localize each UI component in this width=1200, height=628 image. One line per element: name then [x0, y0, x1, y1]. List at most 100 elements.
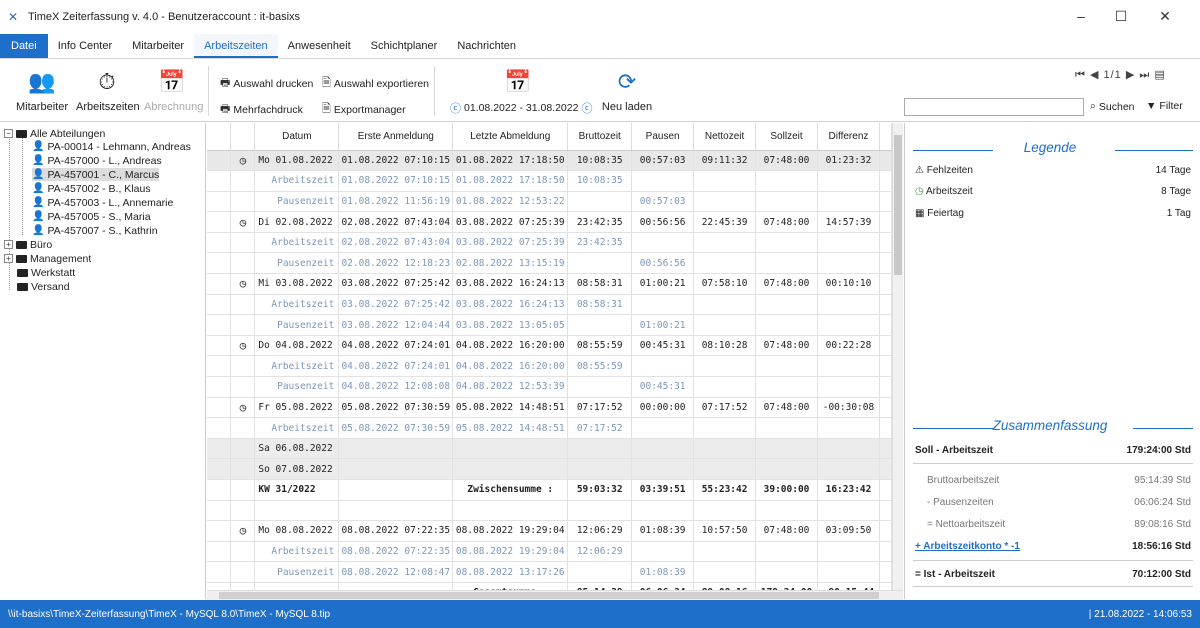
table-cell: 01:08:39: [631, 520, 695, 542]
prev-page-icon[interactable]: ◀: [1090, 69, 1099, 81]
table-row[interactable]: Pausenzeit 08.08.2022 12:08:47 08.08.2022 …: [207, 561, 892, 583]
next-page-icon[interactable]: ▶: [1126, 69, 1135, 81]
warning-icon: ⚠: [915, 165, 924, 176]
table-row[interactable]: ◷ Mo 01.08.2022 01.08.2022 07:10:15 01.08.2…: [207, 150, 892, 172]
table-cell: 01:00:21: [631, 273, 695, 295]
col-datum[interactable]: Datum: [254, 123, 340, 151]
summary-soll: Soll - Arbeitszeit 179:24:00 Std: [915, 445, 1191, 456]
tree-employee[interactable]: 👤 PA-457000 - L., Andreas: [32, 154, 162, 167]
table-row[interactable]: KW 31/2022 Zwischensumme :59:03:32 03:39:5…: [207, 479, 892, 501]
tree-node-management[interactable]: + Management: [4, 252, 91, 265]
table-cell: 07:48:00: [755, 150, 818, 172]
tree-node-werkstatt[interactable]: Werkstatt: [17, 266, 75, 279]
tree-employee[interactable]: 👤 PA-457005 - S., Maria: [32, 210, 151, 223]
table-row[interactable]: [207, 500, 892, 522]
vertical-scrollbar[interactable]: [892, 123, 903, 590]
calendar-button[interactable]: 📅: [496, 68, 540, 96]
tree-node-versand[interactable]: Versand: [17, 280, 70, 293]
col-bruttozeit[interactable]: Bruttozeit: [567, 123, 633, 151]
export-icon: 🗎: [322, 77, 331, 89]
table-row[interactable]: ◷ Mo 08.08.2022 08.08.2022 07:22:35 08.08.2…: [207, 520, 892, 542]
col-nettozeit[interactable]: Nettozeit: [693, 123, 757, 151]
chevron-left-icon[interactable]: ⓒ: [450, 100, 461, 116]
tree-employee-selected[interactable]: 👤 PA-457001 - C., Marcus: [32, 168, 160, 181]
table-row[interactable]: Arbeitszeit 05.08.2022 07:30:59 05.08.2022…: [207, 417, 892, 439]
menu-mitarbeiter[interactable]: Mitarbeiter: [122, 34, 194, 58]
tree-employee[interactable]: 👤 PA-00014 - Lehmann, Andreas: [32, 140, 191, 153]
horizontal-scrollbar[interactable]: [207, 590, 903, 600]
minimize-button[interactable]: –: [1066, 8, 1096, 24]
menu-datei[interactable]: Datei: [0, 34, 48, 58]
table-row[interactable]: ◷ Do 04.08.2022 04.08.2022 07:24:01 04.08.2…: [207, 335, 892, 357]
col-pausen[interactable]: Pausen: [631, 123, 695, 151]
col-differenz[interactable]: Differenz: [817, 123, 880, 151]
menu-info-center[interactable]: Info Center: [48, 34, 122, 58]
last-page-icon[interactable]: ⏭: [1139, 69, 1150, 81]
arbeitszeitkonto-link[interactable]: + Arbeitszeitkonto * -1: [915, 541, 1020, 552]
table-row[interactable]: Pausenzeit 02.08.2022 12:18:23 02.08.2022 …: [207, 252, 892, 275]
auswahl-drucken-button[interactable]: 🖶 Auswahl drucken: [220, 74, 313, 93]
table-cell: 03:09:50: [817, 520, 880, 542]
table-row[interactable]: Arbeitszeit 04.08.2022 07:24:01 04.08.2022…: [207, 355, 892, 378]
table-row[interactable]: Arbeitszeit 03.08.2022 07:25:42 03.08.2022…: [207, 294, 892, 316]
department-tree: − Alle Abteilungen 👤 PA-00014 - Lehmann, …: [0, 123, 206, 599]
table-row[interactable]: Pausenzeit 03.08.2022 12:04:44 03.08.2022 …: [207, 314, 892, 336]
menu-anwesenheit[interactable]: Anwesenheit: [278, 34, 361, 58]
menu-arbeitszeiten[interactable]: Arbeitszeiten: [194, 34, 278, 58]
table-row[interactable]: ◷ Mi 03.08.2022 03.08.2022 07:25:42 03.08.2…: [207, 273, 892, 295]
table-row[interactable]: ◷ Fr 05.08.2022 05.08.2022 07:30:59 05.08.2…: [207, 397, 892, 419]
info-panel: Legende ⚠ Fehlzeiten 14 Tage ◷ Arbeitsze…: [904, 123, 1200, 599]
tree-employee[interactable]: 👤 PA-457003 - L., Annemarie: [32, 196, 173, 209]
table-row[interactable]: Arbeitszeit 02.08.2022 07:43:04 03.08.2022…: [207, 232, 892, 254]
pager: ⏮ ◀ 1/1 ▶ ⏭ ▤: [1075, 68, 1166, 82]
table-cell: 08.08.2022 19:29:04: [452, 520, 569, 542]
tree-employee[interactable]: 👤 PA-457007 - S., Kathrin: [32, 224, 158, 237]
table-cell: 02.08.2022 13:15:19: [452, 252, 569, 275]
col-erste-anmeldung[interactable]: Erste Anmeldung: [338, 123, 454, 151]
auswahl-exportieren-button[interactable]: 🗎 Auswahl exportieren: [322, 74, 429, 93]
neu-laden-button[interactable]: ⟳ Neu laden: [600, 68, 654, 113]
menu-schichtplaner[interactable]: Schichtplaner: [361, 34, 448, 58]
exportmanager-button[interactable]: 🗎 Exportmanager: [322, 100, 406, 119]
date-range-selector[interactable]: ⓒ 01.08.2022 - 31.08.2022 ⓒ: [450, 100, 592, 116]
table-cell: [755, 500, 818, 522]
col-letzte-abmeldung[interactable]: Letzte Abmeldung: [452, 123, 569, 151]
scroll-thumb[interactable]: [219, 592, 879, 599]
table-cell: [693, 232, 757, 254]
expand-icon[interactable]: +: [4, 254, 13, 263]
scroll-thumb[interactable]: [894, 135, 902, 275]
first-page-icon[interactable]: ⏮: [1075, 69, 1086, 81]
col-sollzeit[interactable]: Sollzeit: [755, 123, 818, 151]
table-row[interactable]: Arbeitszeit 01.08.2022 07:10:15 01.08.2022…: [207, 170, 892, 192]
tree-employee[interactable]: 👤 PA-457002 - B., Klaus: [32, 182, 151, 195]
expand-icon[interactable]: +: [4, 240, 13, 249]
table-row[interactable]: Pausenzeit 04.08.2022 12:08:08 04.08.2022 …: [207, 376, 892, 398]
abrechnung-button[interactable]: 📅 Abrechnung: [144, 68, 203, 113]
mehrfachdruck-button[interactable]: 🖶 Mehrfachdruck: [220, 100, 303, 119]
menu-nachrichten[interactable]: Nachrichten: [447, 34, 526, 58]
table-cell: [452, 500, 569, 522]
table-row[interactable]: Gesamtsumme :95:14:3906:06:2489:08:16179…: [207, 582, 892, 590]
mitarbeiter-button[interactable]: 👥 Mitarbeiter: [14, 68, 70, 113]
table-cell: 07:48:00: [755, 211, 818, 233]
arbeitszeiten-button[interactable]: ⏱ Arbeitszeiten: [76, 68, 140, 113]
table-row[interactable]: Pausenzeit 01.08.2022 11:56:19 01.08.2022 …: [207, 191, 892, 213]
table-row[interactable]: So 07.08.2022: [207, 458, 892, 480]
table-row[interactable]: Sa 06.08.2022: [207, 438, 892, 460]
chevron-right-icon[interactable]: ⓒ: [581, 100, 592, 116]
tree-node-buero[interactable]: + Büro: [4, 238, 52, 251]
table-cell: 07:17:52: [567, 417, 633, 439]
view-options-icon[interactable]: ▤: [1154, 69, 1165, 81]
summary-konto[interactable]: + Arbeitszeitkonto * -1 18:56:16 Std: [915, 541, 1191, 552]
close-button[interactable]: ✕: [1150, 8, 1180, 25]
search-button[interactable]: ⌕ Suchen: [1090, 100, 1135, 113]
table-cell: [631, 438, 695, 460]
maximize-button[interactable]: ☐: [1106, 8, 1136, 25]
search-input[interactable]: [904, 98, 1084, 116]
filter-button[interactable]: ▼ Filter: [1146, 100, 1183, 112]
table-cell: 89:08:16: [693, 582, 757, 590]
table-row[interactable]: ◷ Di 02.08.2022 02.08.2022 07:43:04 03.08.2…: [207, 211, 892, 233]
tree-node-alle-abteilungen[interactable]: − Alle Abteilungen: [4, 127, 105, 140]
table-row[interactable]: Arbeitszeit 08.08.2022 07:22:35 08.08.2022…: [207, 541, 892, 563]
collapse-icon[interactable]: −: [4, 129, 13, 138]
